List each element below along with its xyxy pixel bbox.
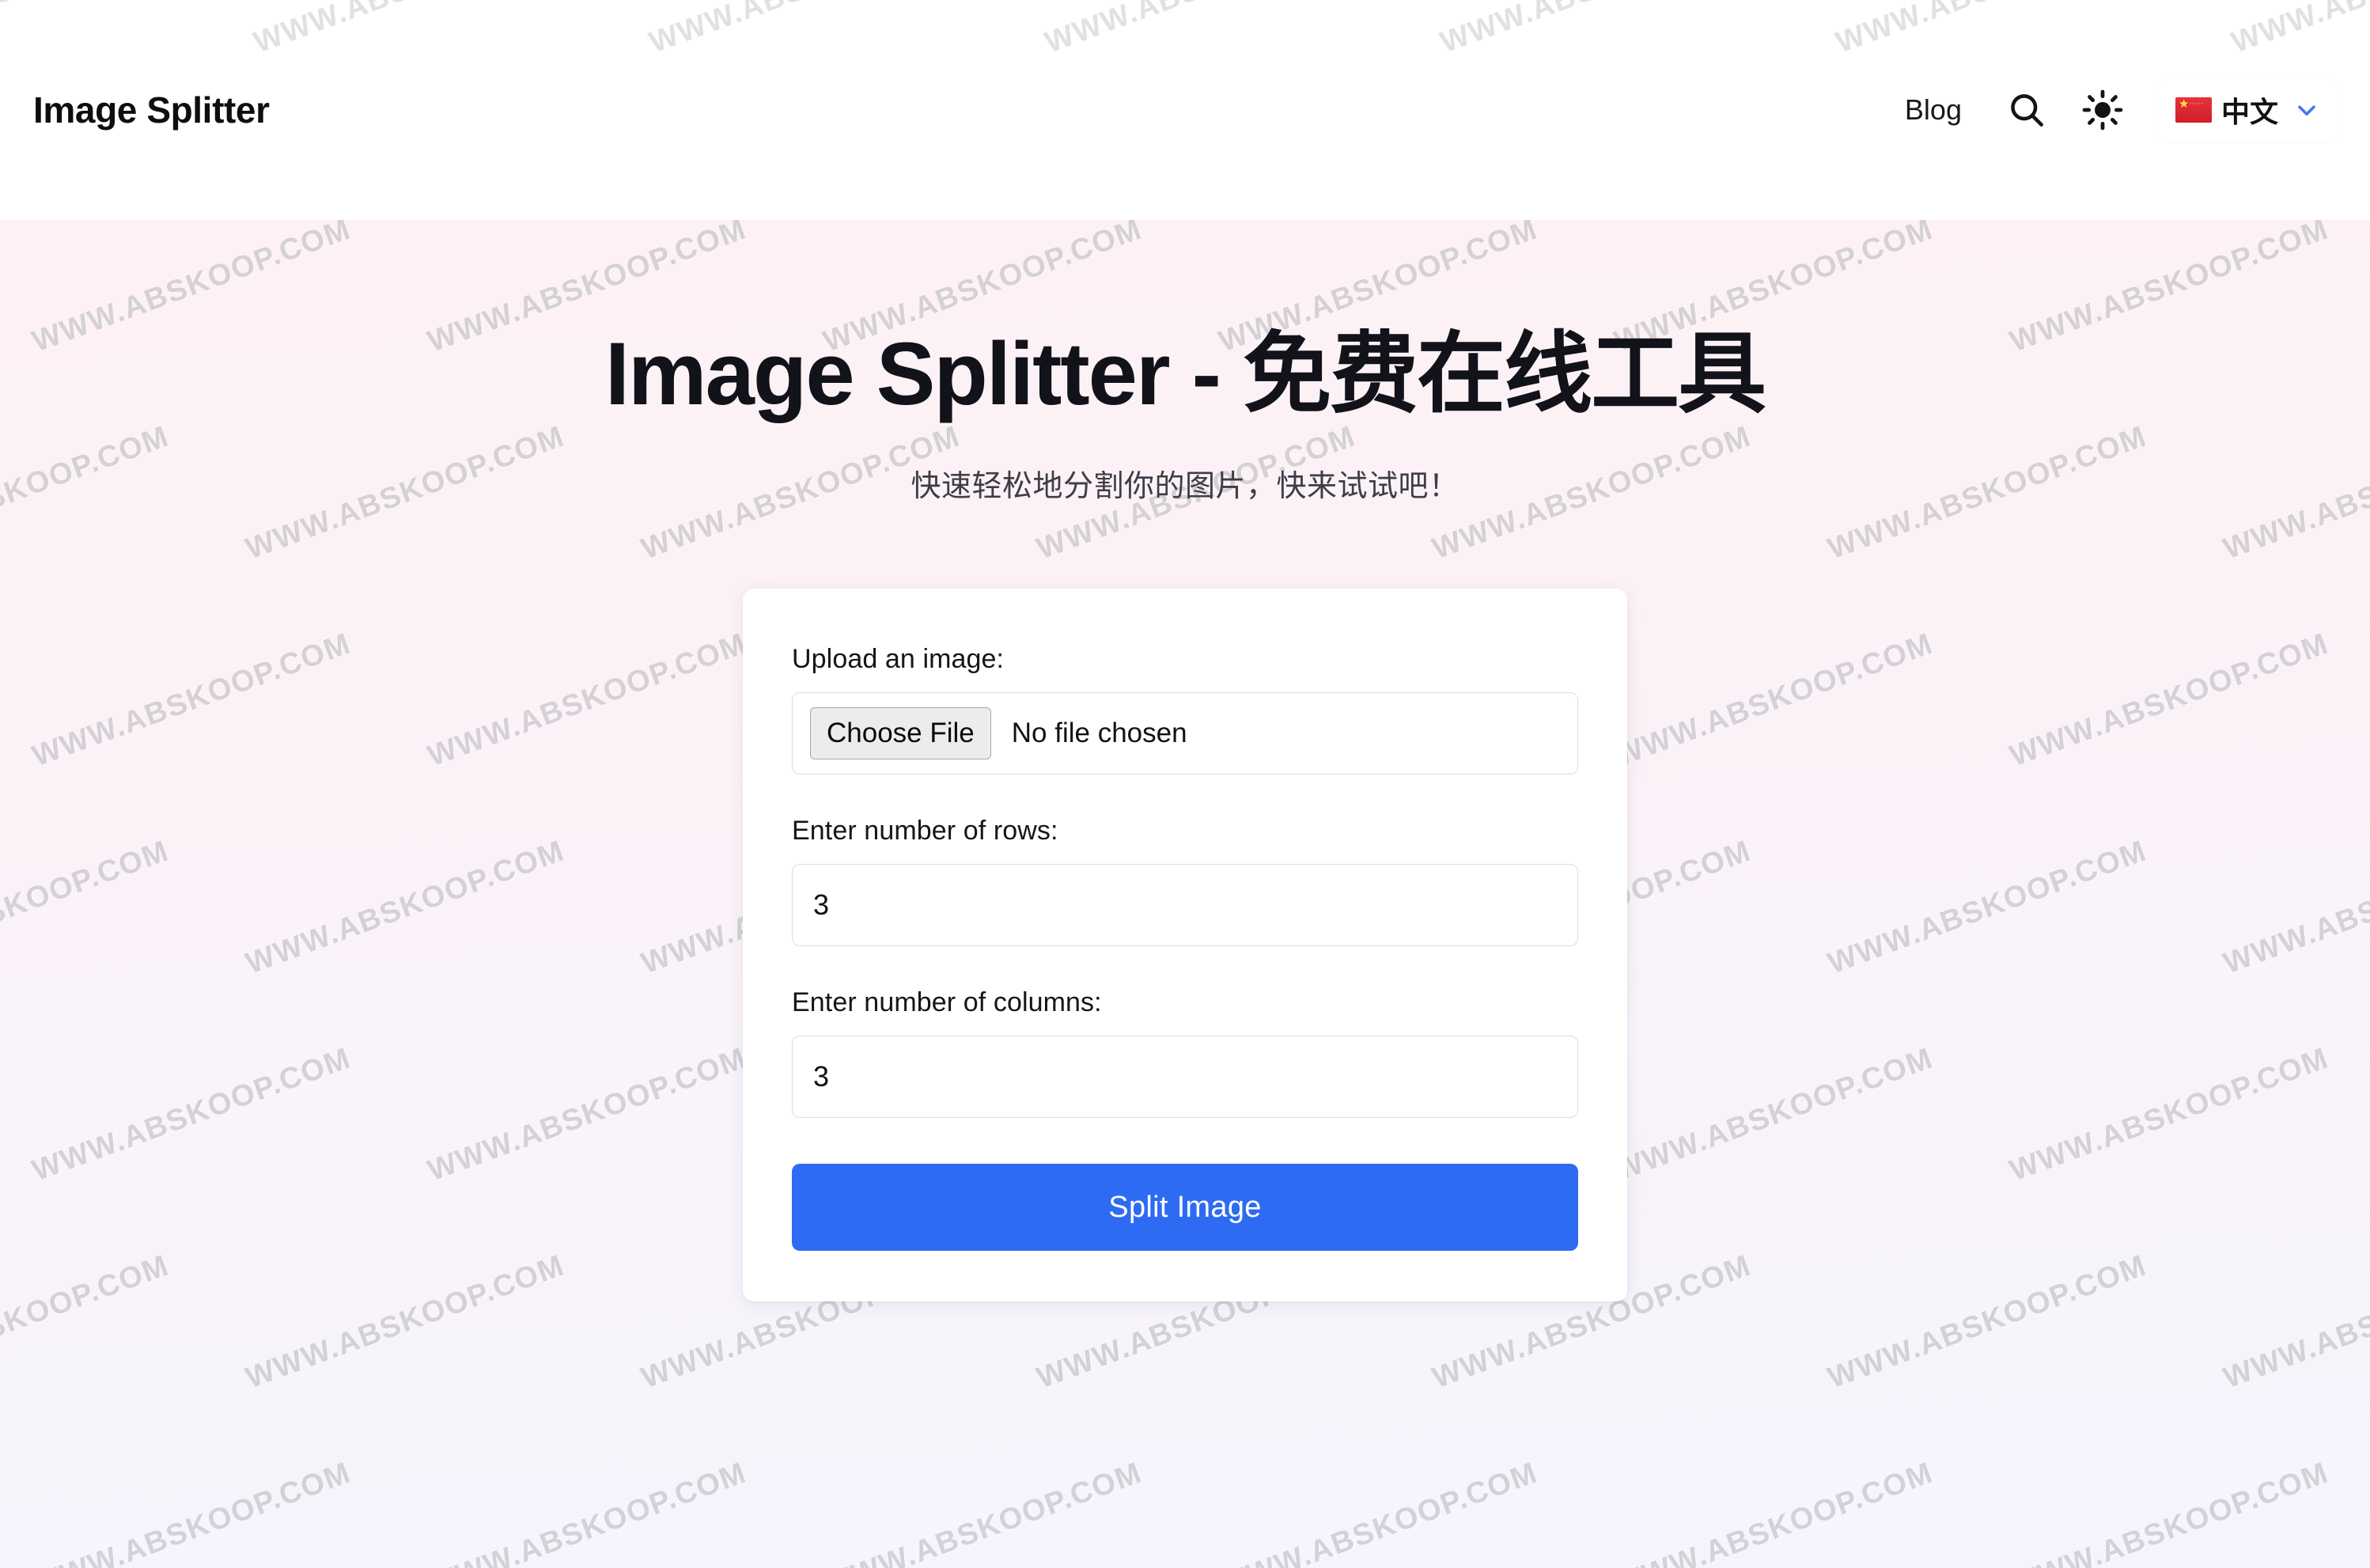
- hero-content: Image Splitter - 免费在线工具 快速轻松地分割你的图片，快来试试…: [0, 220, 2370, 1302]
- choose-file-button[interactable]: Choose File: [810, 707, 991, 760]
- splitter-form-card: Upload an image: Choose File No file cho…: [743, 589, 1627, 1302]
- split-image-button[interactable]: Split Image: [792, 1164, 1578, 1252]
- site-header: Image Splitter Blog ★ ····· 中文: [0, 0, 2370, 220]
- rows-label: Enter number of rows:: [792, 816, 1058, 846]
- file-input[interactable]: Choose File No file chosen: [792, 692, 1578, 775]
- upload-label: Upload an image:: [792, 644, 1005, 675]
- nav-link-blog[interactable]: Blog: [1878, 85, 1989, 134]
- columns-input[interactable]: [792, 1036, 1578, 1119]
- rows-input[interactable]: [792, 864, 1578, 947]
- page-root: Image Splitter Blog ★ ····· 中文 WWW.ABSKO…: [0, 0, 2370, 1568]
- brand-logo[interactable]: Image Splitter: [33, 89, 270, 131]
- flag-cn-icon: [2175, 97, 2212, 123]
- chevron-down-icon: [2292, 96, 2321, 124]
- page-title: Image Splitter - 免费在线工具: [604, 324, 1766, 423]
- hero-section: WWW.ABSKOOP.COM WWW.ABSKOOP.COM WWW.ABSKOO…: [0, 220, 2370, 1568]
- watermark-text: WWW.ABSKOOP.COM: [819, 1456, 1147, 1568]
- columns-label: Enter number of columns:: [792, 987, 1102, 1018]
- watermark-text: WWW.ABSKOOP.COM: [1610, 1456, 1938, 1568]
- watermark-text: WWW.ABSKOOP.COM: [423, 1456, 752, 1568]
- watermark-text: WWW.ABSKOOP.COM: [28, 1456, 356, 1568]
- rows-field-group: Enter number of rows:: [792, 816, 1578, 947]
- page-subtitle: 快速轻松地分割你的图片，快来试试吧！: [911, 470, 1459, 504]
- sun-icon[interactable]: [2065, 72, 2141, 148]
- search-icon[interactable]: [1989, 72, 2065, 148]
- file-status-text: No file chosen: [1011, 718, 1187, 749]
- language-label: 中文: [2220, 96, 2278, 128]
- language-switcher[interactable]: 中文: [2157, 78, 2337, 142]
- watermark-text: WWW.ABSKOOP.COM: [1214, 1456, 1543, 1568]
- columns-field-group: Enter number of columns:: [792, 987, 1578, 1119]
- upload-field-group: Upload an image: Choose File No file cho…: [792, 644, 1578, 775]
- header-nav: Blog ★ ····· 中文: [1878, 72, 2337, 148]
- watermark-text: WWW.ABSKOOP.COM: [2005, 1456, 2334, 1568]
